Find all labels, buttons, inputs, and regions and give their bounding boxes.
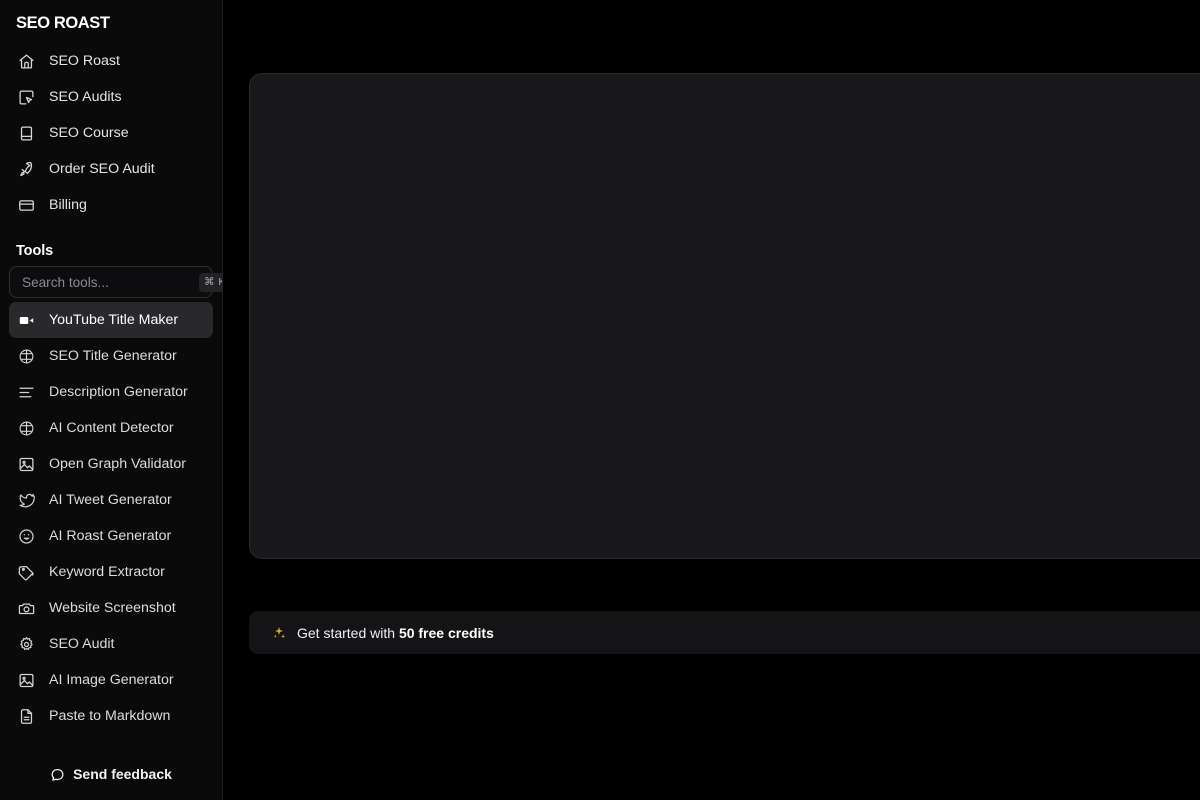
- book-icon: [18, 125, 35, 142]
- cursor-square-icon: [18, 89, 35, 106]
- send-feedback-button[interactable]: Send feedback: [50, 766, 172, 782]
- tool-item-label: Description Generator: [49, 384, 188, 400]
- tool-item-label: SEO Title Generator: [49, 348, 177, 364]
- tool-item-ai-tweet-generator[interactable]: AI Tweet Generator: [9, 482, 213, 518]
- twitter-icon: [18, 492, 35, 509]
- sidebar-item-label: Order SEO Audit: [49, 161, 155, 177]
- tool-item-label: Keyword Extractor: [49, 564, 165, 580]
- sidebar-item-seo-audits[interactable]: SEO Audits: [9, 79, 213, 115]
- image-icon: [18, 672, 35, 689]
- tool-item-label: AI Tweet Generator: [49, 492, 172, 508]
- sidebar-item-label: SEO Roast: [49, 53, 120, 69]
- tool-item-label: AI Roast Generator: [49, 528, 172, 544]
- search-box[interactable]: ⌘ K: [9, 266, 222, 298]
- tool-item-ai-roast-generator[interactable]: AI Roast Generator: [9, 518, 213, 554]
- tool-item-label: SEO Audit: [49, 636, 115, 652]
- tool-item-label: YouTube Title Maker: [49, 312, 179, 328]
- gear-icon: [18, 636, 35, 653]
- sidebar-item-label: Billing: [49, 197, 87, 213]
- send-feedback-label: Send feedback: [73, 766, 172, 782]
- sidebar-item-label: SEO Audits: [49, 89, 122, 105]
- main-content: Get started with 50 free credits: [223, 0, 1200, 800]
- sidebar: SEO ROAST SEO Roast SEO Audits SEO Cours…: [0, 0, 223, 800]
- tools-list: YouTube Title Maker SEO Title Generator …: [0, 302, 222, 756]
- video-icon: [18, 312, 35, 329]
- panel-bottom-spacer: [223, 559, 1200, 611]
- tool-item-ai-image-generator[interactable]: AI Image Generator: [9, 662, 213, 698]
- chat-bubble-icon: [50, 767, 65, 782]
- tool-item-label: Website Screenshot: [49, 600, 176, 616]
- primary-nav: SEO Roast SEO Audits SEO Course Order SE…: [0, 43, 222, 223]
- brain-icon: [18, 420, 35, 437]
- tool-item-open-graph-validator[interactable]: Open Graph Validator: [9, 446, 213, 482]
- camera-icon: [18, 600, 35, 617]
- tool-item-label: Open Graph Validator: [49, 456, 186, 472]
- image-icon: [18, 456, 35, 473]
- sidebar-footer: Send feedback: [0, 756, 222, 800]
- brain-icon: [18, 348, 35, 365]
- tool-item-label: AI Content Detector: [49, 420, 174, 436]
- tag-icon: [18, 564, 35, 581]
- file-text-icon: [18, 708, 35, 725]
- main-top-spacer: [223, 0, 1200, 73]
- tool-item-ai-content-detector[interactable]: AI Content Detector: [9, 410, 213, 446]
- credits-highlight: 50 free credits: [398, 624, 494, 641]
- tool-item-seo-title-generator[interactable]: SEO Title Generator: [9, 338, 213, 374]
- tool-item-label: AI Image Generator: [49, 672, 174, 688]
- credits-banner[interactable]: Get started with 50 free credits: [249, 611, 1200, 654]
- smiley-icon: [18, 528, 35, 545]
- sparkles-icon: [271, 625, 287, 641]
- app-root: SEO ROAST SEO Roast SEO Audits SEO Cours…: [0, 0, 1200, 800]
- tool-item-keyword-extractor[interactable]: Keyword Extractor: [9, 554, 213, 590]
- rocket-icon: [18, 161, 35, 178]
- search-shortcut-badge: ⌘ K: [199, 272, 222, 292]
- sidebar-item-order-seo-audit[interactable]: Order SEO Audit: [9, 151, 213, 187]
- search-input[interactable]: [22, 274, 199, 290]
- sidebar-item-billing[interactable]: Billing: [9, 187, 213, 223]
- sidebar-item-label: SEO Course: [49, 125, 129, 141]
- content-panel: [249, 73, 1200, 559]
- home-icon: [18, 53, 35, 70]
- brand-logo[interactable]: SEO ROAST: [0, 0, 222, 43]
- tool-item-youtube-title-maker[interactable]: YouTube Title Maker: [9, 302, 213, 338]
- align-left-icon: [18, 384, 35, 401]
- credit-card-icon: [18, 197, 35, 214]
- tool-item-description-generator[interactable]: Description Generator: [9, 374, 213, 410]
- credits-prefix: Get started with: [297, 624, 399, 641]
- tool-item-seo-audit[interactable]: SEO Audit: [9, 626, 213, 662]
- tools-section-header: Tools: [16, 243, 54, 259]
- sidebar-item-seo-roast[interactable]: SEO Roast: [9, 43, 213, 79]
- sidebar-item-seo-course[interactable]: SEO Course: [9, 115, 213, 151]
- search-container: ⌘ K: [0, 266, 222, 302]
- tool-item-label: Paste to Markdown: [49, 708, 171, 724]
- tool-item-website-screenshot[interactable]: Website Screenshot: [9, 590, 213, 626]
- tool-item-paste-to-markdown[interactable]: Paste to Markdown: [9, 698, 213, 734]
- credits-banner-text: Get started with 50 free credits: [297, 625, 494, 641]
